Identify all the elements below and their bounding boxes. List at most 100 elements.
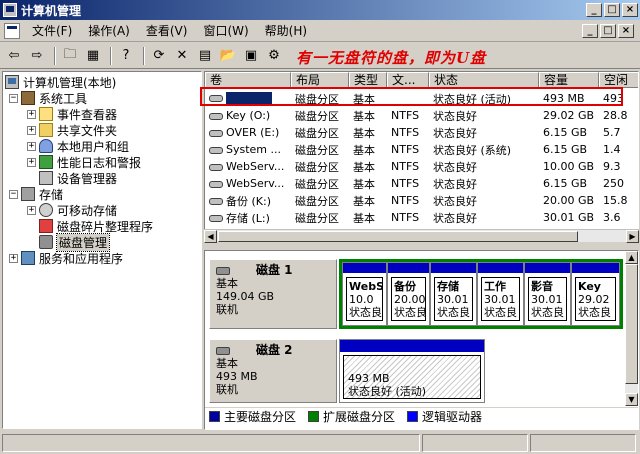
table-row[interactable]: Key (O:) 磁盘分区 基本 NTFS 状态良好 29.02 GB 28.8 [205,107,638,124]
child-restore-button[interactable]: □ [600,24,616,38]
tree-item-removable-storage[interactable]: + 可移动存储 [27,202,117,218]
tree-item-event-viewer[interactable]: + 事件查看器 [27,106,117,122]
tree-item-disk-management[interactable]: 磁盘管理 [39,232,111,252]
menu-file[interactable]: 文件(F) [24,21,80,41]
delete-icon[interactable]: ✕ [172,46,192,66]
table-row[interactable]: 备份 (K:) 磁盘分区 基本 NTFS 状态良好 20.00 GB 15.8 [205,192,638,209]
table-row[interactable]: WebServ... 磁盘分区 基本 NTFS 状态良好 6.15 GB 250 [205,175,638,192]
collapse-toggle[interactable]: − [9,93,18,103]
table-row[interactable]: WebServ... 磁盘分区 基本 NTFS 状态良好 10.00 GB 9.3 [205,158,638,175]
close-button[interactable]: × [622,3,638,17]
shared-folder-icon [39,123,53,137]
partition-status: 状态良 [531,306,564,319]
tree-item-computer-management[interactable]: 计算机管理(本地) [5,74,116,90]
menu-action[interactable]: 操作(A) [80,21,138,41]
partition-status: 状态良 [578,306,611,319]
expand-toggle[interactable]: + [27,109,36,119]
tree-item-storage[interactable]: − 存储 [9,186,63,202]
partition-webs[interactable]: WebS 10.0 状态良 [342,262,387,326]
toolbar-separator [110,46,112,65]
partition-storage[interactable]: 存储 30.01 状态良 [430,262,477,326]
scroll-thumb[interactable] [625,264,638,384]
disk-1-label[interactable]: 磁盘 1 基本 149.04 GB 联机 [209,259,337,329]
show-tree-icon[interactable]: ▦ [83,46,103,66]
partition-media[interactable]: 影音 30.01 状态良 [524,262,571,326]
scroll-thumb[interactable] [218,231,578,242]
column-header-free[interactable]: 空闲 [599,72,638,88]
menu-window[interactable]: 窗口(W) [195,21,256,41]
partition-size: 29.02 [578,293,610,306]
expand-toggle[interactable]: + [27,205,36,215]
maximize-button[interactable]: □ [604,3,620,17]
tree-item-performance-logs[interactable]: + 性能日志和警报 [27,154,141,170]
tree-item-local-users[interactable]: + 本地用户和组 [27,138,129,154]
column-header-filesystem[interactable]: 文... [387,72,429,88]
scroll-up-arrow-icon[interactable]: ▲ [625,251,638,264]
table-row[interactable]: System ... 磁盘分区 基本 NTFS 状态良好 (系统) 6.15 GB 1.4 [205,141,638,158]
back-arrow-icon[interactable]: ⇦ [4,46,24,66]
table-cell-status: 状态良好 [433,126,477,140]
table-cell-fs: NTFS [391,109,420,122]
refresh-icon[interactable]: ⟳ [149,46,169,66]
disk-name: 磁盘 2 [256,343,293,357]
disk-kind: 基本 [216,277,238,290]
table-cell-layout: 磁盘分区 [295,143,339,157]
table-row[interactable]: 存储 (L:) 磁盘分区 基本 NTFS 状态良好 30.01 GB 3.6 [205,209,638,226]
table-cell-cap: 30.01 GB [543,211,595,224]
legend-label: 主要磁盘分区 [224,410,297,424]
tree-item-disk-defragmenter[interactable]: 磁盘碎片整理程序 [39,218,153,234]
table-cell-vol: System ... [205,143,291,156]
settings-icon[interactable]: ⚙ [264,46,284,66]
tree-item-label: 系统工具 [39,91,88,106]
volume-name: Key (O:) [226,109,271,122]
table-cell-layout: 磁盘分区 [295,160,339,174]
partition-key[interactable]: Key 29.02 状态良 [571,262,620,326]
help-icon[interactable]: ? [116,46,136,66]
mdi-document-icon[interactable] [4,22,20,39]
expand-toggle[interactable]: + [9,253,18,263]
partition-backup[interactable]: 备份 20.00 状态良 [387,262,430,326]
up-folder-icon[interactable]: 🗀 [60,46,80,66]
scroll-down-arrow-icon[interactable]: ▼ [625,393,638,406]
column-header-capacity[interactable]: 容量 [539,72,599,88]
scroll-right-arrow-icon[interactable]: ▶ [626,230,639,243]
tree-item-label: 磁盘管理 [55,232,111,252]
forward-arrow-icon[interactable]: ⇨ [27,46,47,66]
vertical-scrollbar[interactable]: ▲ ▼ [625,251,638,406]
minimize-button[interactable]: _ [586,3,602,17]
partition-usb-unlettered[interactable]: 493 MB 状态良好 (活动) [339,339,485,403]
volume-icon [209,163,223,171]
menu-view[interactable]: 查看(V) [138,21,196,41]
legend-extended: 扩展磁盘分区 [308,408,395,425]
expand-toggle[interactable]: + [27,125,36,135]
tree-item-device-manager[interactable]: 设备管理器 [39,170,117,186]
column-header-volume[interactable]: 卷 [205,72,291,88]
disk-icon[interactable]: ▣ [241,46,261,66]
scroll-left-arrow-icon[interactable]: ◀ [204,230,217,243]
extended-partition: WebS 10.0 状态良 备份 20.00 状态良 存储 30.01 状态良 工作 30.0… [339,259,623,329]
highlight-box [200,87,623,106]
partition-work[interactable]: 工作 30.01 状态良 [477,262,524,326]
table-row[interactable]: OVER (E:) 磁盘分区 基本 NTFS 状态良好 6.15 GB 5.7 [205,124,638,141]
device-manager-icon [39,171,53,185]
tree-item-services-applications[interactable]: + 服务和应用程序 [9,250,123,266]
column-header-layout[interactable]: 布局 [291,72,349,88]
tree-item-system-tools[interactable]: − 系统工具 [9,90,87,106]
child-minimize-button[interactable]: _ [582,24,598,38]
tree-item-shared-folders[interactable]: + 共享文件夹 [27,122,117,138]
disk-2-label[interactable]: 磁盘 2 基本 493 MB 联机 [209,339,337,403]
menu-help[interactable]: 帮助(H) [257,21,315,41]
partition-size: 30.01 [484,293,516,306]
column-header-type[interactable]: 类型 [349,72,387,88]
menu-bar: 文件(F) 操作(A) 查看(V) 窗口(W) 帮助(H) _ □ × [0,20,640,42]
collapse-toggle[interactable]: − [9,189,18,199]
open-folder-icon[interactable]: 📂 [218,46,238,66]
horizontal-scrollbar[interactable]: ◀ ▶ [204,229,639,243]
properties-icon[interactable]: ▤ [195,46,215,66]
expand-toggle[interactable]: + [27,141,36,151]
title-bar[interactable]: 计算机管理 _ □ × [0,0,640,20]
column-header-status[interactable]: 状态 [429,72,539,88]
volume-icon [209,129,223,137]
expand-toggle[interactable]: + [27,157,36,167]
child-close-button[interactable]: × [618,24,634,38]
